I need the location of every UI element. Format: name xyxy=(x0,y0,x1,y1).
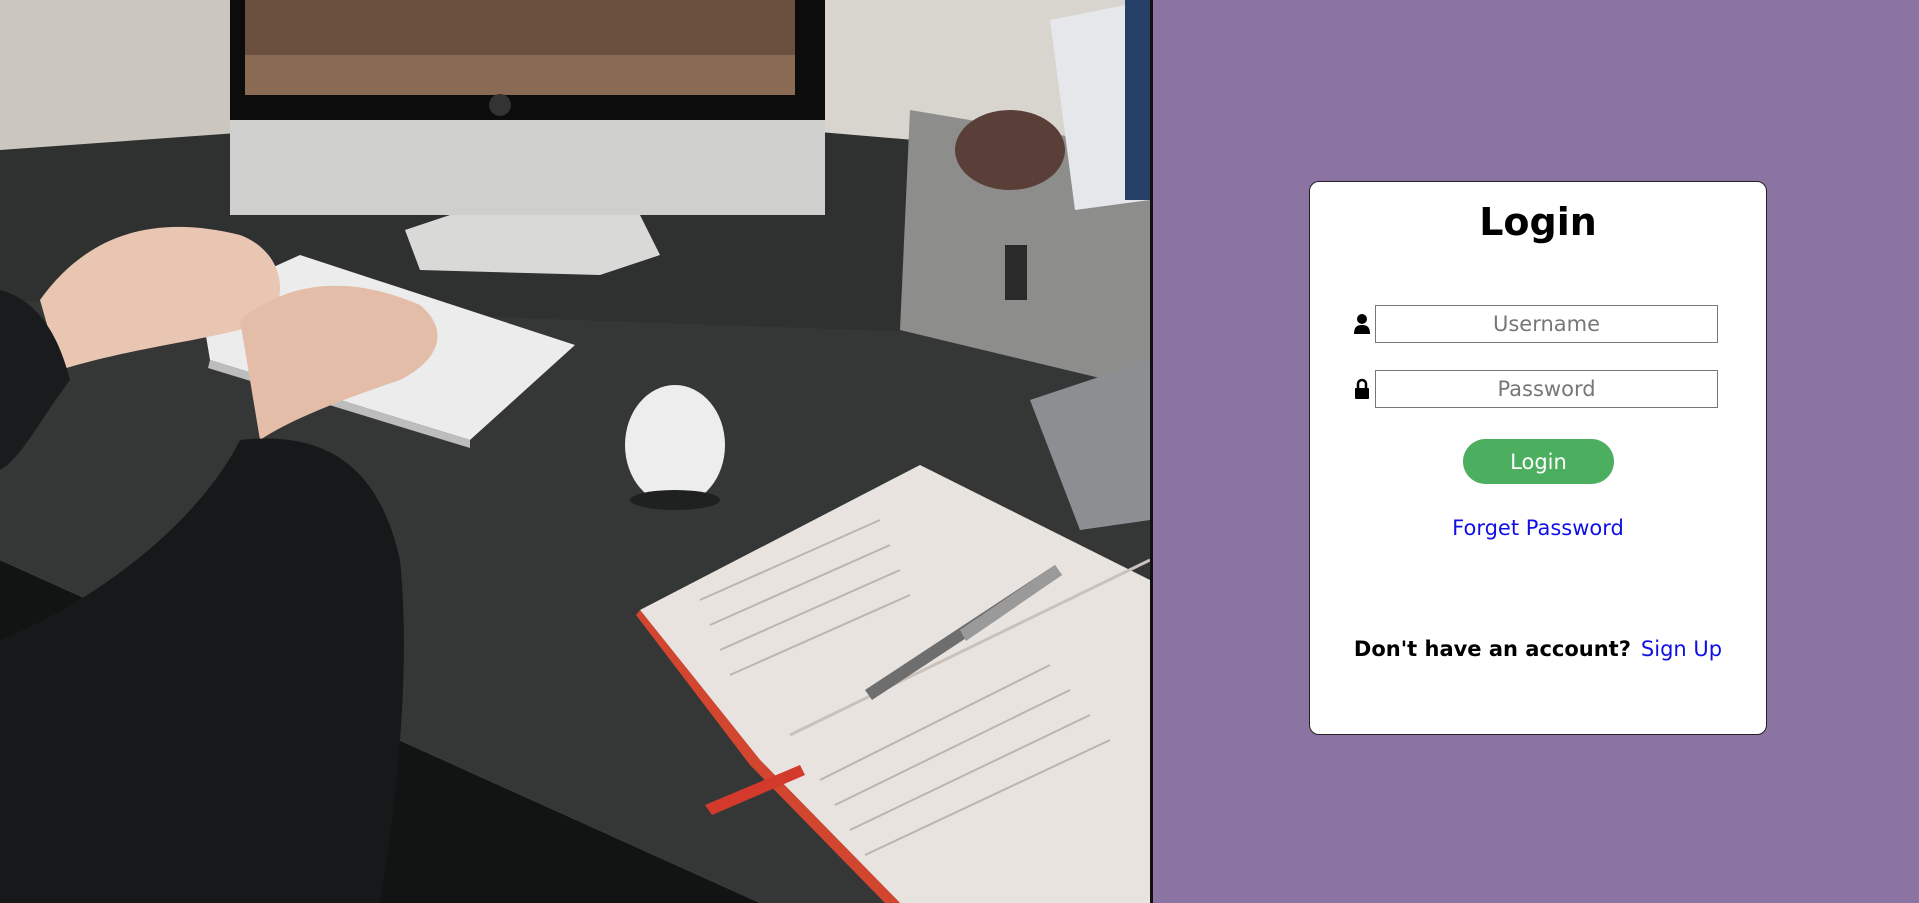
login-page: Login Login xyxy=(0,0,1919,903)
password-input[interactable] xyxy=(1375,370,1718,408)
desk-photo xyxy=(0,0,1153,903)
signup-link[interactable]: Sign Up xyxy=(1641,637,1722,661)
login-panel: Login Login xyxy=(1153,0,1919,903)
login-card: Login Login xyxy=(1309,181,1767,735)
forget-password-link[interactable]: Forget Password xyxy=(1310,516,1766,540)
desk-illustration xyxy=(0,0,1150,903)
username-input[interactable] xyxy=(1375,305,1718,343)
password-row xyxy=(1352,370,1722,408)
user-icon xyxy=(1352,312,1372,336)
login-button[interactable]: Login xyxy=(1463,439,1614,484)
signup-prompt: Don't have an account? xyxy=(1353,637,1631,661)
username-row xyxy=(1352,305,1722,343)
lock-icon xyxy=(1352,377,1372,401)
signup-row: Don't have an account? Sign Up xyxy=(1310,637,1766,661)
login-title: Login xyxy=(1479,200,1597,244)
